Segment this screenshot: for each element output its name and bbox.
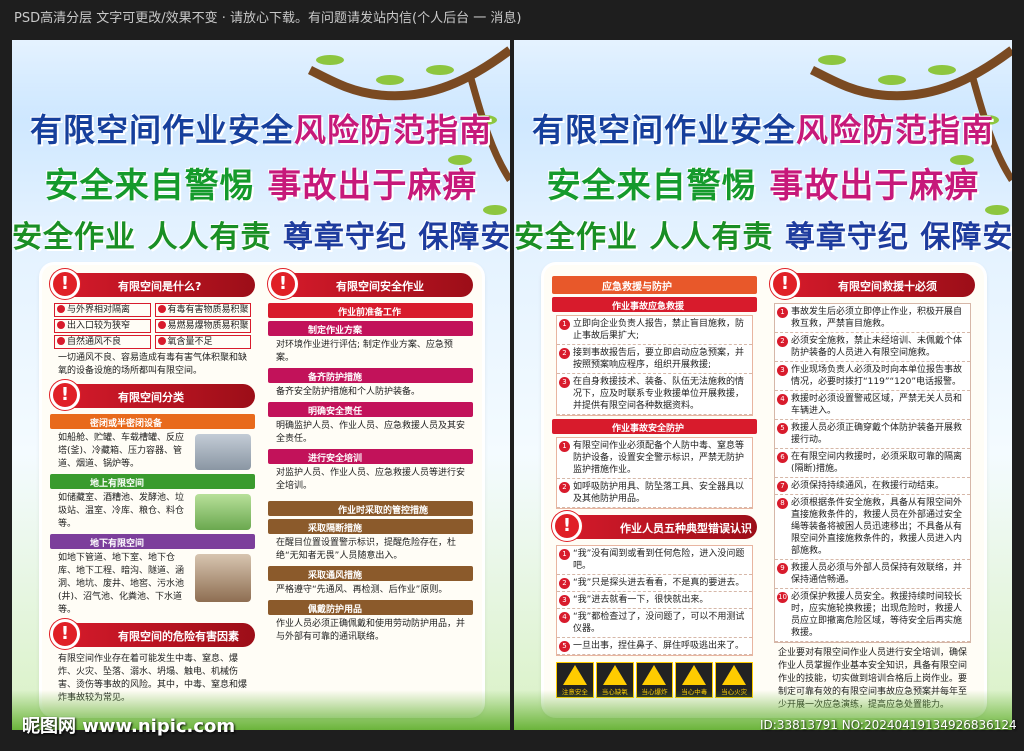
feature-cell: 出入口较为狭窄 <box>54 319 151 333</box>
headline-line2: 安全来自警惕 事故出于麻痹 <box>546 166 980 206</box>
headline-line3: 安全作业 人人有责 尊章守纪 保障安全 <box>514 220 1012 255</box>
feature-cell: 与外界相对隔离 <box>54 303 151 317</box>
section-header-hazards: ! 有限空间的危险有害因素 <box>50 619 255 649</box>
poster-left: 有限空间作业安全风险防范指南 安全来自警惕 事故出于麻痹 安全作业 人人有责 尊… <box>12 40 510 730</box>
feature-cell: 有毒有害物质易积聚 <box>154 303 251 317</box>
list-item: 4 救援时必须设置警戒区域，严禁无关人员和车辆进入。 <box>775 391 970 420</box>
list-item: 5 救援人员必须正确穿戴个体防护装备开展救援行动。 <box>775 420 970 449</box>
left-column: 应急救援与防护 作业事故应急救援 1 立即向企业负责人报告，禁止盲目施救，防止事故… <box>552 273 757 698</box>
section-header-mistakes: ! 作业人员五种典型错误认识 <box>552 511 757 541</box>
tank-illustration <box>195 434 251 470</box>
right-column: ! 有限空间安全作业 作业前准备工作 制定作业方案 对环境作业进行评估; 制定作业… <box>268 269 473 644</box>
subheader-ventilation: 采取通风措施 <box>268 566 473 581</box>
warning-icon: ! <box>770 269 800 299</box>
subheader-training: 进行安全培训 <box>268 449 473 464</box>
list-item: 7 必须保持持续通风，在救援行动结束。 <box>775 478 970 495</box>
greenhouse-illustration <box>195 494 251 530</box>
list-item: 1 有限空间作业必须配备个人防中毒、窒息等防护设备，设置安全警示标识，严禁无防护监… <box>557 438 752 479</box>
isolation-text: 在醒目位置设置警示标识，提醒危险存在，杜绝“无知者无畏”人员随意出入。 <box>276 538 457 561</box>
subheader-underground: 地下有限空间 <box>50 534 255 549</box>
feature-cell: 自然通风不良 <box>54 335 151 349</box>
subheader-preparation: 作业前准备工作 <box>268 303 473 318</box>
manhole-illustration <box>195 554 251 602</box>
protection-list: 1 有限空间作业必须配备个人防中毒、窒息等防护设备，设置安全警示标识，严禁无防护监… <box>556 437 753 509</box>
responsibility-text: 明确监护人员、作业人员、应急救援人员及其安全责任。 <box>276 421 466 444</box>
list-item: 2 接到事故报告后，要立即启动应急预案，并按照预案响应程序，组织开展救援; <box>557 345 752 374</box>
subheader-controls: 作业时采取的管控措施 <box>268 501 473 516</box>
list-item: 3 “我”进去就看一下，很快就出来。 <box>557 592 752 609</box>
headline-line1: 有限空间作业安全风险防范指南 <box>29 111 493 149</box>
list-item: 1 立即向企业负责人报告，禁止盲目施救，防止事故后果扩大; <box>557 316 752 345</box>
subheader-ppe: 佩戴防护用品 <box>268 600 473 615</box>
subheader-plan: 制定作业方案 <box>268 321 473 336</box>
list-item: 3 作业现场负责人必须及时向本单位报告事故情况，必要时拨打“119”“120”电话… <box>775 362 970 391</box>
warning-icon: ! <box>50 619 80 649</box>
subheader-above-ground: 地上有限空间 <box>50 474 255 489</box>
watermark-logo: 昵图网 www.nipic.com <box>22 716 236 737</box>
list-item: 1 事故发生后必须立即停止作业，积极开展自救互救，严禁盲目施救。 <box>775 304 970 333</box>
training-text: 对监护人员、作业人员、应急救援人员等进行安全培训。 <box>276 468 466 491</box>
features-grid: 与外界相对隔离 有毒有害物质易积聚 出入口较为狭窄 易燃易爆物质易积聚 自然通风… <box>50 303 255 349</box>
plan-text: 对环境作业进行评估; 制定作业方案、应急预案。 <box>276 340 453 363</box>
list-item: 2 如呼吸防护用具、防坠落工具、安全器具以及其他防护用品。 <box>557 479 752 508</box>
subheader-rescue: 作业事故应急救援 <box>552 297 757 312</box>
content-board: 应急救援与防护 作业事故应急救援 1 立即向企业负责人报告，禁止盲目施救，防止事故… <box>544 265 984 715</box>
section-header-ten-musts: ! 有限空间救援十必须 <box>770 269 975 299</box>
ppe-text: 作业人员必须正确佩戴和使用劳动防护用品，并与外部有可靠的通讯联络。 <box>276 619 466 642</box>
section-header-safe-work: ! 有限空间安全作业 <box>268 269 473 299</box>
list-item: 8 必须根据条件安全施救，具备从有限空间外直接施救条件的，救援人员在外部通过安全绳… <box>775 495 970 560</box>
protection-text: 备齐安全防护措施和个人防护装备。 <box>276 387 421 397</box>
list-item: 5 一旦出事，捏住鼻子、屏住呼吸逃出来了。 <box>557 638 752 655</box>
list-item: 6 在有限空间内救援时，必须采取可靠的隔离(隔断)措施。 <box>775 449 970 478</box>
headline-line1: 有限空间作业安全风险防范指南 <box>531 111 995 149</box>
mistakes-list: 1 “我”没有闻到或看到任何危险，进入没问题吧。 2 “我”只是探头进去看看，不是真… <box>556 545 753 656</box>
warning-icon: ! <box>50 269 80 299</box>
list-item: 10 必须保护救援人员安全。救援持续时间较长时，应实施轮换救援；出现危险时，救援人… <box>775 589 970 642</box>
subheader-responsibility: 明确安全责任 <box>268 402 473 417</box>
list-item: 2 必须安全施救，禁止未经培训、未佩戴个体防护装备的人员进入有限空间施救。 <box>775 333 970 362</box>
left-column: ! 有限空间是什么? 与外界相对隔离 有毒有害物质易积聚 出入口较为狭窄 易燃易爆… <box>50 269 255 705</box>
list-item: 3 在自身救援技术、装备、队伍无法施救的情况下，应及时联系专业救援单位开展救援，并… <box>557 374 752 415</box>
list-item: 1 “我”没有闻到或看到任何危险，进入没问题吧。 <box>557 546 752 575</box>
definition-text: 一切通风不良、容易造成有毒有害气体积聚和缺氧的设备设施的场所都叫有限空间。 <box>58 353 248 376</box>
warning-icon: ! <box>50 380 80 410</box>
list-item: 4 “我”都检查过了，没问题了，可以不用测试仪器。 <box>557 609 752 638</box>
subheader-isolation: 采取隔断措施 <box>268 519 473 534</box>
rescue-list: 1 立即向企业负责人报告，禁止盲目施救，防止事故后果扩大; 2 接到事故报告后，要立… <box>556 315 753 416</box>
content-board: ! 有限空间是什么? 与外界相对隔离 有毒有害物质易积聚 出入口较为狭窄 易燃易爆… <box>42 265 482 715</box>
section-header-emergency: 应急救援与防护 <box>552 276 757 294</box>
right-column: ! 有限空间救援十必须 1 事故发生后必须立即停止作业，积极开展自救互救，严禁盲目施… <box>770 269 975 712</box>
top-banner: PSD高清分层 文字可更改/效果不变 · 请放心下载。有问题请发站内信(个人后台… <box>14 11 522 26</box>
section-header-classify: ! 有限空间分类 <box>50 380 255 410</box>
subheader-sealed: 密闭或半密闭设备 <box>50 414 255 429</box>
headline-line2: 安全来自警惕 事故出于麻痹 <box>44 166 478 206</box>
subheader-protection: 作业事故安全防护 <box>552 419 757 434</box>
list-item: 9 救援人员必须与外部人员保持有效联络，并保持通信畅通。 <box>775 560 970 589</box>
warning-icon: ! <box>268 269 298 299</box>
list-item: 2 “我”只是探头进去看看，不是真的要进去。 <box>557 575 752 592</box>
ten-musts-list: 1 事故发生后必须立即停止作业，积极开展自救互救，严禁盲目施救。 2 必须安全施救，… <box>774 303 971 643</box>
ventilation-text: 严格遵守“先通风、再检测、后作业”原则。 <box>276 585 448 595</box>
feature-cell: 氧含量不足 <box>154 335 251 349</box>
headline-line3: 安全作业 人人有责 尊章守纪 保障安全 <box>12 220 510 255</box>
warning-icon: ! <box>552 511 582 541</box>
section-header-what: ! 有限空间是什么? <box>50 269 255 299</box>
poster-right: 有限空间作业安全风险防范指南 安全来自警惕 事故出于麻痹 安全作业 人人有责 尊… <box>514 40 1012 730</box>
feature-cell: 易燃易爆物质易积聚 <box>154 319 251 333</box>
image-id-text: ID:33813791 NO:20240419134926836124 <box>760 718 1017 732</box>
subheader-protection: 备齐防护措施 <box>268 368 473 383</box>
